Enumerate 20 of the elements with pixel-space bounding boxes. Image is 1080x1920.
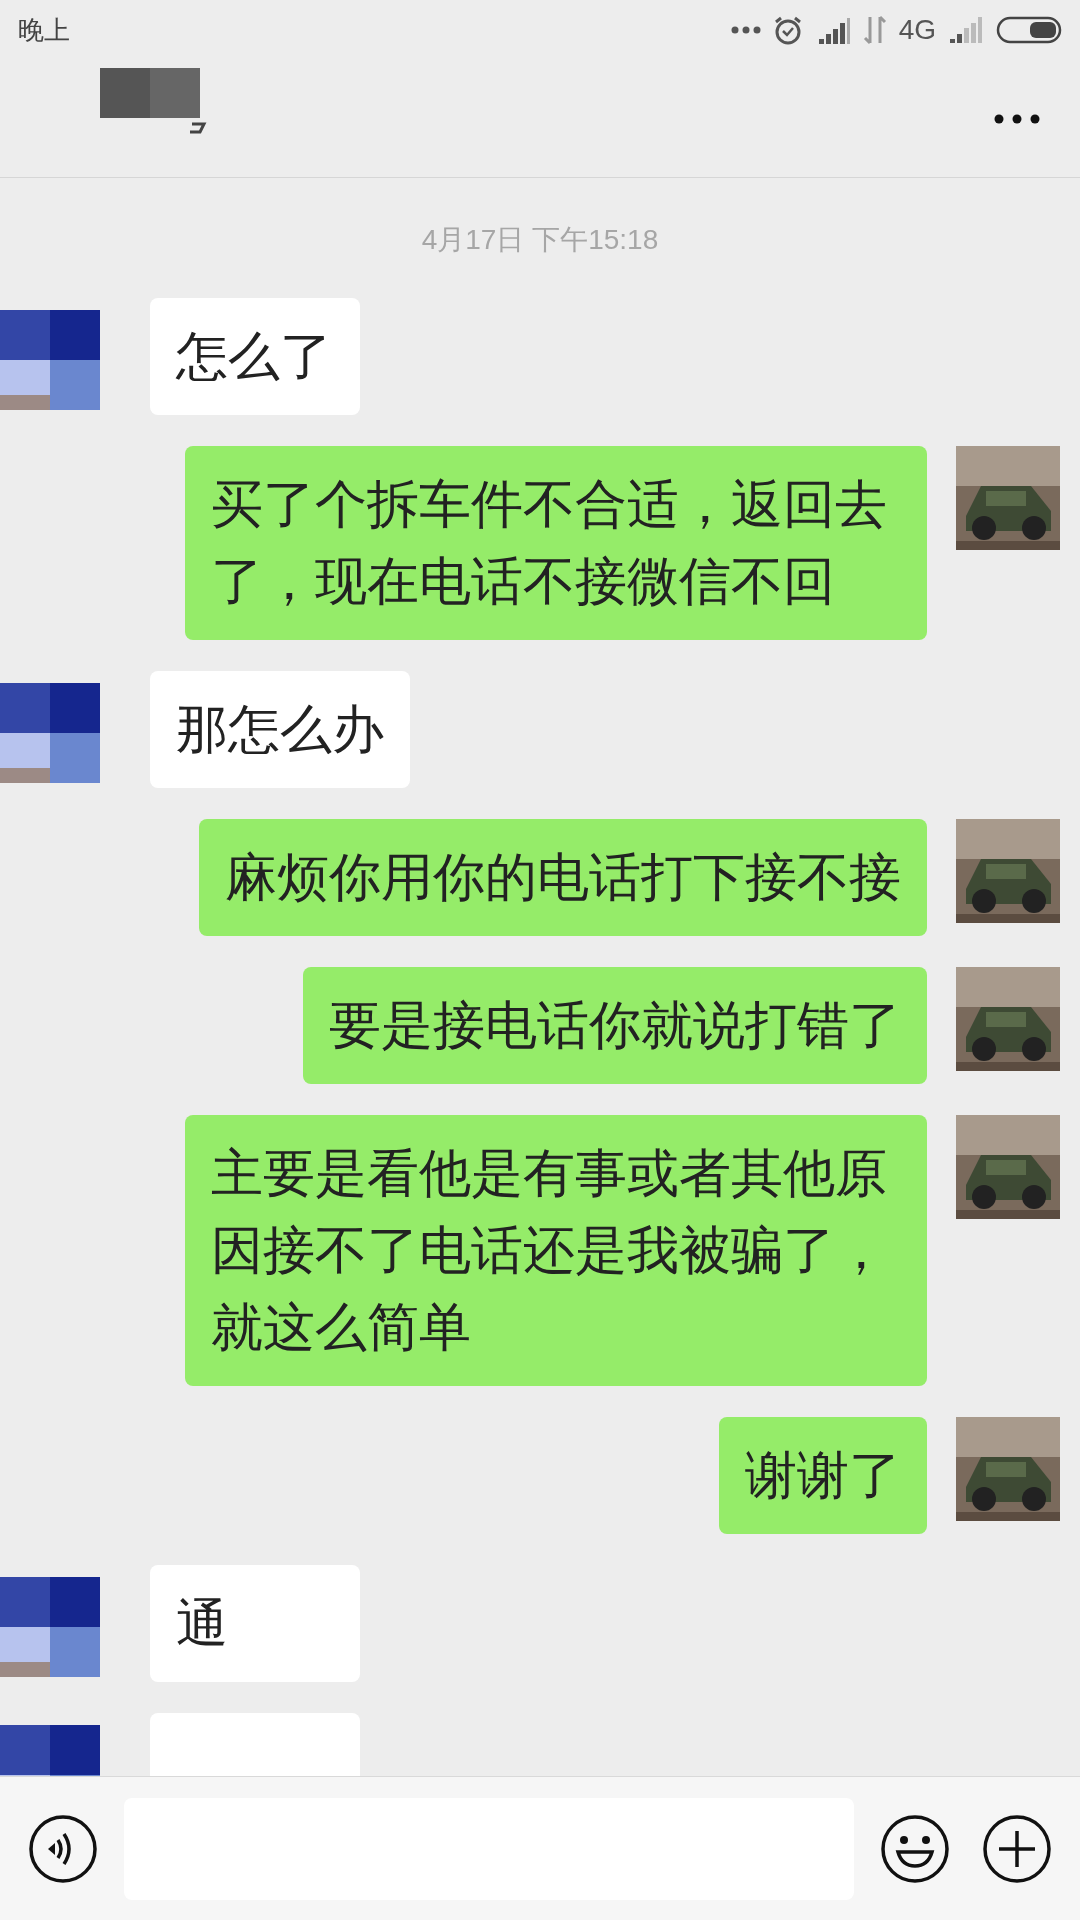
message-bubble: 怎么了 bbox=[150, 298, 360, 415]
message-bubble: 要是接电话你就说打错了 bbox=[303, 967, 927, 1084]
timestamp: 4月17日 下午15:18 bbox=[421, 223, 659, 257]
message-bubble: 谢谢了 bbox=[719, 1417, 927, 1534]
message-bubble: 通 bbox=[150, 1565, 360, 1682]
more-options-icon[interactable] bbox=[994, 113, 1040, 124]
message-bubble: 主要是看他是有事或者其他原因接不了电话还是我被骗了，就这么简单 bbox=[185, 1115, 927, 1386]
emoji-icon[interactable] bbox=[880, 1813, 950, 1884]
message-bubble: 那怎么办 bbox=[150, 671, 410, 788]
message-bubble: 买了个拆车件不合适，返回去了，现在电话不接微信不回 bbox=[185, 446, 927, 640]
battery-icon bbox=[996, 16, 1062, 44]
add-icon[interactable] bbox=[982, 1813, 1052, 1884]
signal-icon bbox=[948, 15, 984, 45]
alarm-icon bbox=[772, 15, 803, 45]
more-icon bbox=[730, 25, 761, 35]
voice-icon[interactable] bbox=[28, 1813, 98, 1884]
status-time: 晚上 bbox=[18, 13, 70, 47]
network-type: 4G bbox=[898, 16, 936, 44]
message-bubble: 麻烦你用你的电话打下接不接 bbox=[199, 819, 927, 936]
data-arrows-icon bbox=[862, 15, 887, 45]
